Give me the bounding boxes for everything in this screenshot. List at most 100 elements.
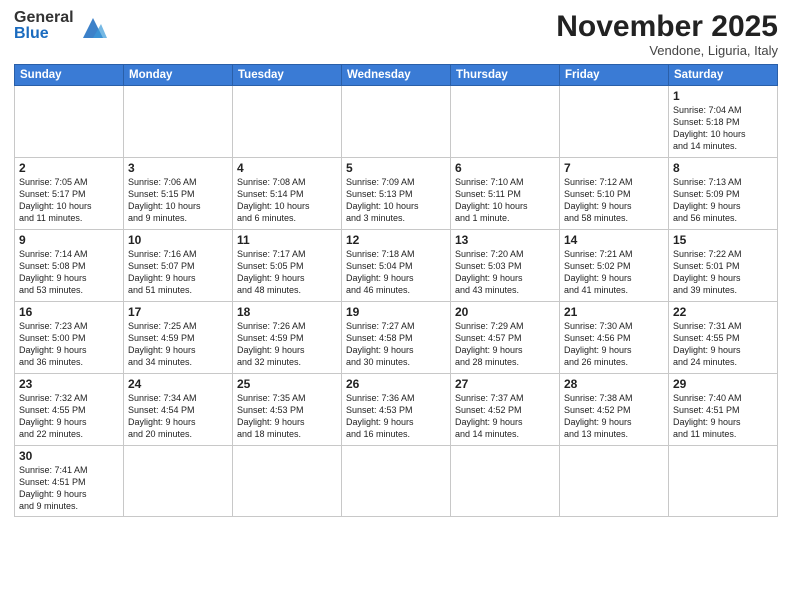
- day-info: Sunrise: 7:09 AM Sunset: 5:13 PM Dayligh…: [346, 176, 446, 225]
- calendar-cell: 1Sunrise: 7:04 AM Sunset: 5:18 PM Daylig…: [669, 86, 778, 158]
- calendar-cell: 21Sunrise: 7:30 AM Sunset: 4:56 PM Dayli…: [560, 302, 669, 374]
- day-number: 16: [19, 305, 119, 319]
- calendar-cell: 16Sunrise: 7:23 AM Sunset: 5:00 PM Dayli…: [15, 302, 124, 374]
- day-number: 29: [673, 377, 773, 391]
- day-info: Sunrise: 7:27 AM Sunset: 4:58 PM Dayligh…: [346, 320, 446, 369]
- day-info: Sunrise: 7:26 AM Sunset: 4:59 PM Dayligh…: [237, 320, 337, 369]
- day-number: 22: [673, 305, 773, 319]
- day-number: 11: [237, 233, 337, 247]
- day-info: Sunrise: 7:17 AM Sunset: 5:05 PM Dayligh…: [237, 248, 337, 297]
- calendar-cell: 12Sunrise: 7:18 AM Sunset: 5:04 PM Dayli…: [342, 230, 451, 302]
- day-info: Sunrise: 7:13 AM Sunset: 5:09 PM Dayligh…: [673, 176, 773, 225]
- calendar-cell: 3Sunrise: 7:06 AM Sunset: 5:15 PM Daylig…: [124, 158, 233, 230]
- calendar-cell: [451, 86, 560, 158]
- day-number: 10: [128, 233, 228, 247]
- calendar-cell: [669, 446, 778, 517]
- day-info: Sunrise: 7:20 AM Sunset: 5:03 PM Dayligh…: [455, 248, 555, 297]
- day-number: 30: [19, 449, 119, 463]
- calendar-cell: [233, 86, 342, 158]
- calendar-page: General Blue November 2025 Vendone, Ligu…: [0, 0, 792, 612]
- calendar-week-row: 16Sunrise: 7:23 AM Sunset: 5:00 PM Dayli…: [15, 302, 778, 374]
- day-number: 27: [455, 377, 555, 391]
- day-info: Sunrise: 7:14 AM Sunset: 5:08 PM Dayligh…: [19, 248, 119, 297]
- day-number: 23: [19, 377, 119, 391]
- calendar-cell: 2Sunrise: 7:05 AM Sunset: 5:17 PM Daylig…: [15, 158, 124, 230]
- calendar-cell: 10Sunrise: 7:16 AM Sunset: 5:07 PM Dayli…: [124, 230, 233, 302]
- day-number: 26: [346, 377, 446, 391]
- calendar-cell: 8Sunrise: 7:13 AM Sunset: 5:09 PM Daylig…: [669, 158, 778, 230]
- day-info: Sunrise: 7:22 AM Sunset: 5:01 PM Dayligh…: [673, 248, 773, 297]
- day-info: Sunrise: 7:21 AM Sunset: 5:02 PM Dayligh…: [564, 248, 664, 297]
- day-number: 20: [455, 305, 555, 319]
- weekday-header-saturday: Saturday: [669, 65, 778, 86]
- weekday-header-thursday: Thursday: [451, 65, 560, 86]
- day-info: Sunrise: 7:31 AM Sunset: 4:55 PM Dayligh…: [673, 320, 773, 369]
- calendar-week-row: 9Sunrise: 7:14 AM Sunset: 5:08 PM Daylig…: [15, 230, 778, 302]
- day-info: Sunrise: 7:16 AM Sunset: 5:07 PM Dayligh…: [128, 248, 228, 297]
- day-number: 2: [19, 161, 119, 175]
- calendar-cell: 14Sunrise: 7:21 AM Sunset: 5:02 PM Dayli…: [560, 230, 669, 302]
- calendar-cell: 13Sunrise: 7:20 AM Sunset: 5:03 PM Dayli…: [451, 230, 560, 302]
- calendar-cell: 30Sunrise: 7:41 AM Sunset: 4:51 PM Dayli…: [15, 446, 124, 517]
- calendar-cell: 27Sunrise: 7:37 AM Sunset: 4:52 PM Dayli…: [451, 374, 560, 446]
- day-number: 9: [19, 233, 119, 247]
- day-number: 19: [346, 305, 446, 319]
- day-number: 5: [346, 161, 446, 175]
- day-number: 12: [346, 233, 446, 247]
- calendar-cell: 25Sunrise: 7:35 AM Sunset: 4:53 PM Dayli…: [233, 374, 342, 446]
- calendar-week-row: 23Sunrise: 7:32 AM Sunset: 4:55 PM Dayli…: [15, 374, 778, 446]
- logo-blue: Blue: [14, 26, 74, 42]
- calendar-cell: 28Sunrise: 7:38 AM Sunset: 4:52 PM Dayli…: [560, 374, 669, 446]
- calendar-cell: 24Sunrise: 7:34 AM Sunset: 4:54 PM Dayli…: [124, 374, 233, 446]
- calendar-cell: 6Sunrise: 7:10 AM Sunset: 5:11 PM Daylig…: [451, 158, 560, 230]
- calendar-cell: 29Sunrise: 7:40 AM Sunset: 4:51 PM Dayli…: [669, 374, 778, 446]
- day-info: Sunrise: 7:23 AM Sunset: 5:00 PM Dayligh…: [19, 320, 119, 369]
- calendar-cell: 23Sunrise: 7:32 AM Sunset: 4:55 PM Dayli…: [15, 374, 124, 446]
- calendar-cell: 18Sunrise: 7:26 AM Sunset: 4:59 PM Dayli…: [233, 302, 342, 374]
- header: General Blue November 2025 Vendone, Ligu…: [14, 10, 778, 58]
- day-info: Sunrise: 7:25 AM Sunset: 4:59 PM Dayligh…: [128, 320, 228, 369]
- calendar-cell: 11Sunrise: 7:17 AM Sunset: 5:05 PM Dayli…: [233, 230, 342, 302]
- weekday-header-sunday: Sunday: [15, 65, 124, 86]
- day-info: Sunrise: 7:05 AM Sunset: 5:17 PM Dayligh…: [19, 176, 119, 225]
- weekday-header-row: SundayMondayTuesdayWednesdayThursdayFrid…: [15, 65, 778, 86]
- logo: General Blue: [14, 10, 107, 42]
- calendar-cell: 19Sunrise: 7:27 AM Sunset: 4:58 PM Dayli…: [342, 302, 451, 374]
- day-number: 25: [237, 377, 337, 391]
- calendar-cell: [451, 446, 560, 517]
- calendar-cell: 22Sunrise: 7:31 AM Sunset: 4:55 PM Dayli…: [669, 302, 778, 374]
- day-number: 3: [128, 161, 228, 175]
- day-number: 14: [564, 233, 664, 247]
- calendar-cell: 7Sunrise: 7:12 AM Sunset: 5:10 PM Daylig…: [560, 158, 669, 230]
- day-info: Sunrise: 7:30 AM Sunset: 4:56 PM Dayligh…: [564, 320, 664, 369]
- day-number: 4: [237, 161, 337, 175]
- day-info: Sunrise: 7:41 AM Sunset: 4:51 PM Dayligh…: [19, 464, 119, 513]
- month-title: November 2025: [556, 10, 778, 43]
- day-info: Sunrise: 7:38 AM Sunset: 4:52 PM Dayligh…: [564, 392, 664, 441]
- calendar-table: SundayMondayTuesdayWednesdayThursdayFrid…: [14, 64, 778, 517]
- weekday-header-friday: Friday: [560, 65, 669, 86]
- day-number: 18: [237, 305, 337, 319]
- weekday-header-monday: Monday: [124, 65, 233, 86]
- logo-icon: [79, 14, 107, 42]
- day-info: Sunrise: 7:04 AM Sunset: 5:18 PM Dayligh…: [673, 104, 773, 153]
- calendar-cell: [560, 86, 669, 158]
- calendar-cell: [342, 86, 451, 158]
- day-info: Sunrise: 7:36 AM Sunset: 4:53 PM Dayligh…: [346, 392, 446, 441]
- day-number: 8: [673, 161, 773, 175]
- calendar-cell: [560, 446, 669, 517]
- calendar-cell: 17Sunrise: 7:25 AM Sunset: 4:59 PM Dayli…: [124, 302, 233, 374]
- day-info: Sunrise: 7:34 AM Sunset: 4:54 PM Dayligh…: [128, 392, 228, 441]
- calendar-cell: [342, 446, 451, 517]
- day-number: 13: [455, 233, 555, 247]
- day-number: 7: [564, 161, 664, 175]
- calendar-cell: 20Sunrise: 7:29 AM Sunset: 4:57 PM Dayli…: [451, 302, 560, 374]
- day-number: 1: [673, 89, 773, 103]
- day-number: 15: [673, 233, 773, 247]
- day-number: 21: [564, 305, 664, 319]
- weekday-header-wednesday: Wednesday: [342, 65, 451, 86]
- calendar-cell: 4Sunrise: 7:08 AM Sunset: 5:14 PM Daylig…: [233, 158, 342, 230]
- location-subtitle: Vendone, Liguria, Italy: [556, 43, 778, 58]
- calendar-week-row: 2Sunrise: 7:05 AM Sunset: 5:17 PM Daylig…: [15, 158, 778, 230]
- day-number: 6: [455, 161, 555, 175]
